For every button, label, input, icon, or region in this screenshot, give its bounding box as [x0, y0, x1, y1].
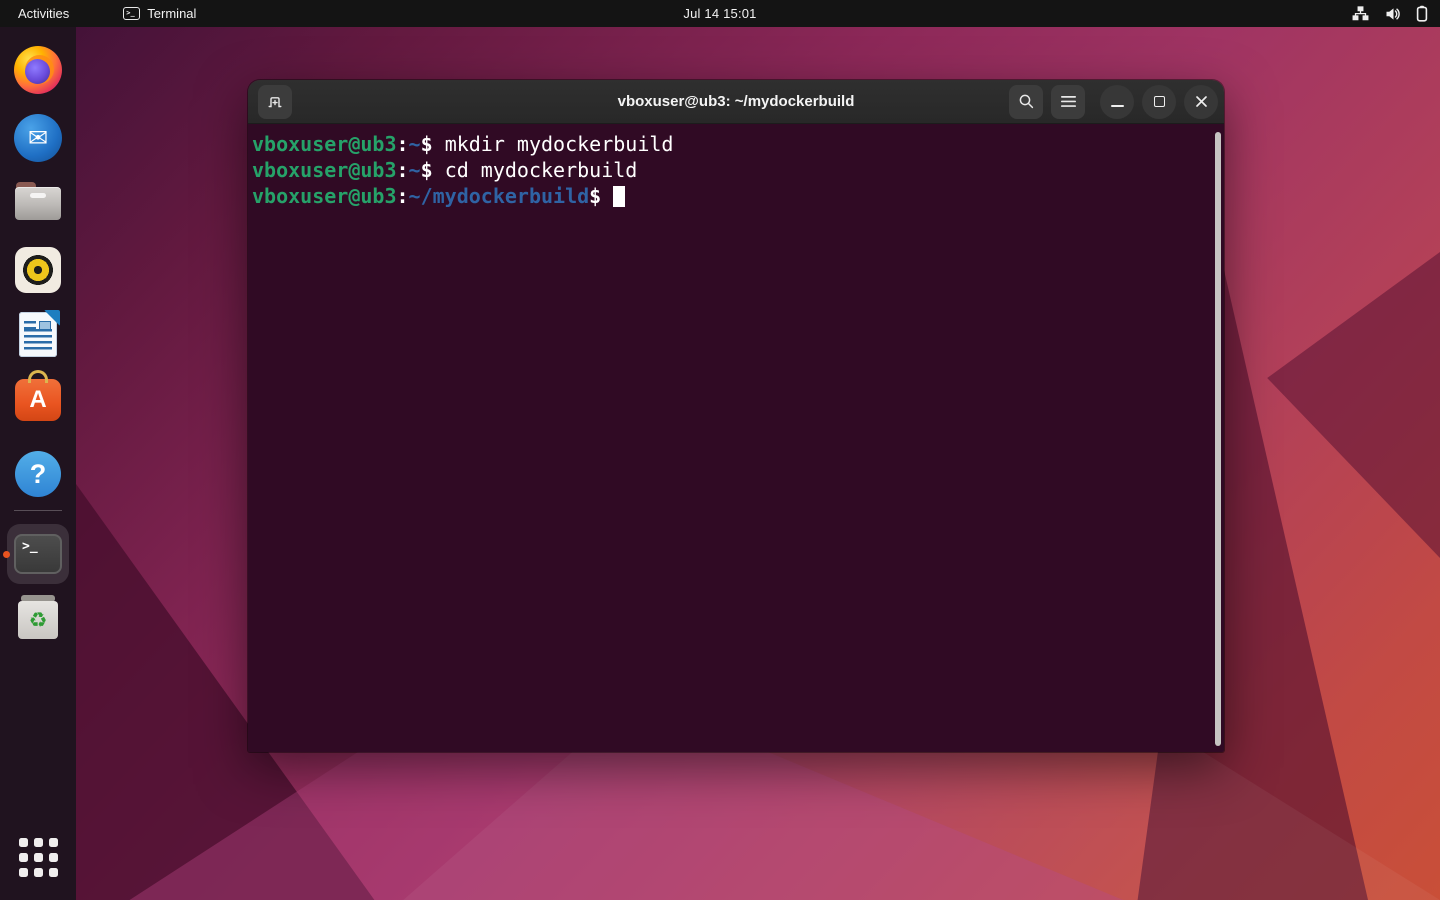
- dock-item-ubuntu-software[interactable]: A: [0, 371, 76, 421]
- dock: ✉ A ? >_ ♻: [0, 27, 76, 900]
- focused-app-indicator[interactable]: >_ Terminal: [123, 6, 196, 21]
- close-button[interactable]: [1184, 85, 1218, 119]
- system-tray[interactable]: [1352, 0, 1428, 27]
- minimize-button[interactable]: [1100, 85, 1134, 119]
- prompt-path: ~/mydockerbuild: [409, 184, 590, 208]
- window-titlebar[interactable]: vboxuser@ub3: ~/mydockerbuild: [248, 80, 1224, 124]
- search-button[interactable]: [1009, 85, 1043, 119]
- ubuntu-software-icon: A: [15, 379, 61, 421]
- hamburger-menu-icon: [1061, 95, 1076, 108]
- dock-item-files[interactable]: [0, 182, 76, 220]
- help-icon: ?: [15, 451, 61, 497]
- files-icon: [15, 182, 61, 220]
- recycle-glyph: ♻: [29, 608, 48, 633]
- terminal-line: vboxuser@ub3:~$ mkdir mydockerbuild: [252, 131, 1204, 157]
- command-text: mkdir mydockerbuild: [445, 132, 674, 156]
- dock-item-thunderbird[interactable]: ✉: [0, 114, 76, 162]
- new-tab-icon: [266, 93, 284, 111]
- dock-item-rhythmbox[interactable]: [0, 247, 76, 293]
- prompt-user: vboxuser@ub3: [252, 158, 397, 182]
- battery-icon: [1416, 5, 1428, 22]
- terminal-icon: >_: [14, 534, 62, 574]
- app-grid-icon: [19, 838, 58, 877]
- dock-divider: [14, 510, 62, 511]
- terminal-scrollbar[interactable]: [1215, 132, 1221, 746]
- focused-app-label: Terminal: [147, 6, 196, 21]
- envelope-glyph: ✉: [28, 124, 48, 153]
- thunderbird-icon: ✉: [14, 114, 62, 162]
- clock[interactable]: Jul 14 15:01: [683, 6, 756, 21]
- new-tab-button[interactable]: [258, 85, 292, 119]
- rhythmbox-icon: [15, 247, 61, 293]
- prompt-path: ~: [409, 158, 421, 182]
- minimize-icon: [1111, 105, 1124, 107]
- terminal-line: vboxuser@ub3:~/mydockerbuild$: [252, 183, 1204, 209]
- prompt-user: vboxuser@ub3: [252, 184, 397, 208]
- maximize-button[interactable]: [1142, 85, 1176, 119]
- terminal-window: vboxuser@ub3: ~/mydockerbuild vboxuser@u…: [248, 80, 1224, 752]
- prompt-path: ~: [409, 132, 421, 156]
- volume-icon: [1384, 6, 1401, 22]
- menu-button[interactable]: [1051, 85, 1085, 119]
- libreoffice-writer-icon: [19, 312, 57, 357]
- activities-button[interactable]: Activities: [0, 0, 87, 27]
- trash-icon: ♻: [18, 595, 58, 639]
- terminal-line: vboxuser@ub3:~$ cd mydockerbuild: [252, 157, 1204, 183]
- command-text: cd mydockerbuild: [445, 158, 638, 182]
- network-icon: [1352, 6, 1369, 22]
- dock-item-terminal[interactable]: >_: [0, 524, 76, 574]
- question-glyph: ?: [30, 459, 47, 490]
- software-a-glyph: A: [29, 386, 46, 414]
- prompt-user: vboxuser@ub3: [252, 132, 397, 156]
- terminal-app-icon: >_: [123, 7, 140, 20]
- terminal-screen[interactable]: vboxuser@ub3:~$ mkdir mydockerbuild vbox…: [248, 124, 1224, 752]
- dock-item-libreoffice-writer[interactable]: [0, 312, 76, 357]
- dock-item-firefox[interactable]: [0, 46, 76, 94]
- dock-item-trash[interactable]: ♻: [0, 595, 76, 639]
- maximize-icon: [1154, 96, 1165, 107]
- firefox-icon: [14, 46, 62, 94]
- close-icon: [1195, 95, 1208, 108]
- dock-item-help[interactable]: ?: [0, 451, 76, 497]
- terminal-cursor: [613, 186, 625, 207]
- dock-item-app-grid[interactable]: [0, 838, 76, 877]
- top-bar: Activities >_ Terminal Jul 14 15:01: [0, 0, 1440, 27]
- search-icon: [1018, 93, 1035, 110]
